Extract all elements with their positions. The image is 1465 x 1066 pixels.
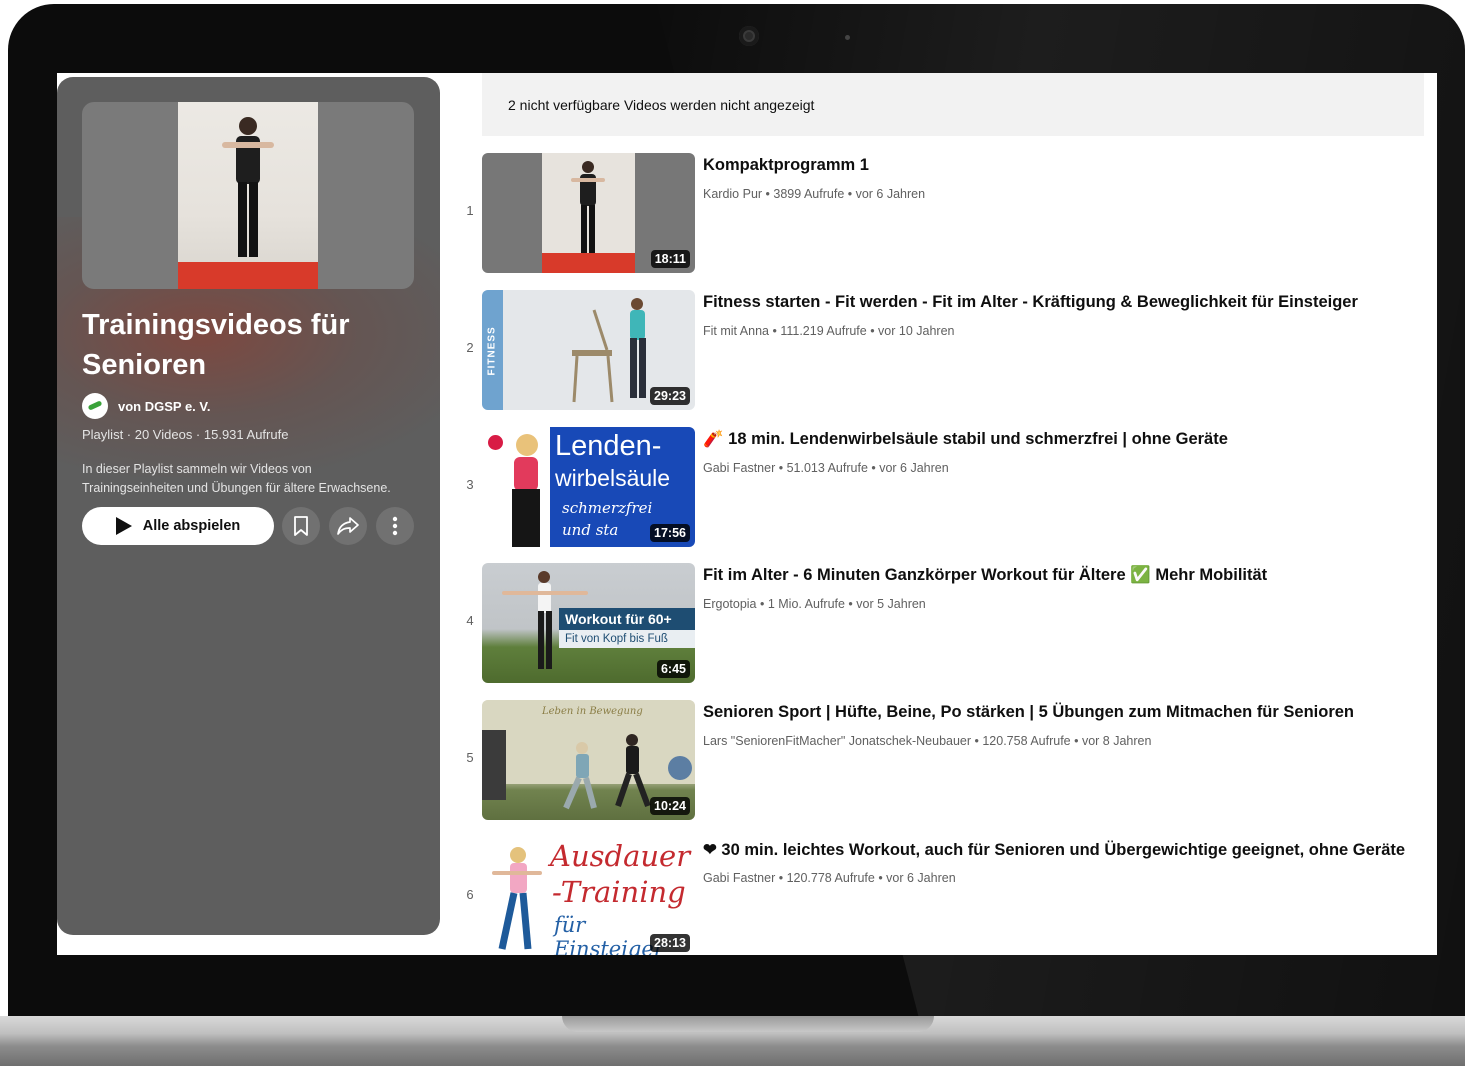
person-figure (178, 117, 318, 289)
play-icon (115, 517, 132, 535)
laptop-notch (562, 1016, 934, 1032)
video-meta: Gabi Fastner • 51.013 Aufrufe • vor 6 Ja… (703, 461, 949, 475)
video-title[interactable]: ❤ 30 min. leichtes Workout, auch für Sen… (703, 840, 1405, 860)
video-duration: 18:11 (650, 250, 690, 268)
video-thumbnail[interactable]: FITNESS 29:23 (482, 290, 695, 410)
video-duration: 29:23 (650, 387, 690, 405)
playlist-title: Trainingsvideos für Senioren (82, 309, 350, 381)
thumbnail-text: und sta (562, 521, 619, 539)
video-duration: 10:24 (650, 797, 690, 815)
person-figure (492, 847, 542, 950)
more-options-button[interactable] (376, 507, 414, 545)
video-duration: 17:56 (650, 524, 690, 542)
playlist-video-row[interactable]: 1 18:11 Kompaktprogramm 1 Kardio Pur • 3… (450, 153, 1410, 273)
video-title[interactable]: Fitness starten - Fit werden - Fit im Al… (703, 293, 1358, 312)
playlist-video-row[interactable]: 5 Leben in Bewegung 10:24 Senioren Sport… (450, 700, 1410, 820)
video-meta: Gabi Fastner • 120.778 Aufrufe • vor 6 J… (703, 871, 956, 885)
screen: Trainingsvideos für Senioren von DGSP e.… (57, 73, 1437, 955)
video-thumbnail[interactable]: Lenden- wirbelsäule schmerzfrei und sta … (482, 427, 695, 547)
playlist-thumbnail[interactable] (82, 102, 414, 289)
video-thumbnail[interactable]: Leben in Bewegung 10:24 (482, 700, 695, 820)
save-playlist-button[interactable] (282, 507, 320, 545)
video-title[interactable]: Kompaktprogramm 1 (703, 156, 869, 175)
video-thumbnail[interactable]: Workout für 60+ Fit von Kopf bis Fuß 6:4… (482, 563, 695, 683)
thumbnail-text: FITNESS (486, 326, 498, 376)
play-all-label: Alle abspielen (142, 518, 241, 534)
thumbnail-text: Ausdauer (550, 839, 691, 873)
thumbnail-text: schmerzfrei und sta (562, 497, 652, 541)
light-sensor (845, 35, 850, 40)
thumbnail-text: wirbelsäule (555, 465, 671, 491)
notice-text: 2 nicht verfügbare Videos werden nicht a… (508, 96, 815, 113)
playlist-owner[interactable]: von DGSP e. V. (82, 393, 211, 419)
video-thumbnail[interactable]: 18:11 (482, 153, 695, 273)
video-duration: 6:45 (656, 660, 690, 678)
owner-name[interactable]: von DGSP e. V. (118, 399, 211, 414)
play-all-button[interactable]: Alle abspielen (82, 507, 274, 545)
playlist-description: In dieser Playlist sammeln wir Videos vo… (82, 462, 391, 495)
share-icon (337, 517, 359, 535)
playlist-video-row[interactable]: 4 Workout für 60+ Fit von Kopf bis Fuß 6… (450, 563, 1410, 683)
playlist-video-row[interactable]: 3 Lenden- wirbelsäule schmerzfrei und st… (450, 427, 1410, 547)
video-meta: Fit mit Anna • 111.219 Aufrufe • vor 10 … (703, 324, 955, 338)
playlist-video-row[interactable]: 6 Ausdauer -Training für Einsteiger 28:1… (450, 837, 1410, 955)
unavailable-videos-notice: 2 nicht verfügbare Videos werden nicht a… (482, 73, 1424, 136)
video-title[interactable]: 🧨 18 min. Lendenwirbelsäule stabil und s… (703, 430, 1228, 449)
title-emoji: 🧨 (703, 430, 724, 448)
person-figure (542, 161, 635, 273)
laptop-frame: Trainingsvideos für Senioren von DGSP e.… (0, 0, 1465, 1066)
person-figure (512, 434, 540, 547)
video-thumbnail[interactable]: Ausdauer -Training für Einsteiger 28:13 (482, 837, 695, 955)
save-playlist-icon (294, 516, 308, 536)
video-title[interactable]: Senioren Sport | Hüfte, Beine, Po stärke… (703, 703, 1354, 722)
thumbnail-text: -Training (552, 875, 686, 909)
video-meta: Lars "SeniorenFitMacher" Jonatschek-Neub… (703, 734, 1152, 748)
owner-avatar[interactable] (82, 393, 108, 419)
thumbnail-text: Workout für 60+ (559, 608, 695, 630)
video-duration: 28:13 (650, 934, 690, 952)
thumbnail-text: schmerzfrei (562, 499, 653, 517)
more-vert-icon (392, 516, 398, 536)
thumbnail-text: Fit von Kopf bis Fuß (559, 630, 695, 648)
share-button[interactable] (329, 507, 367, 545)
video-title-text[interactable]: 18 min. Lendenwirbelsäule stabil und sch… (728, 430, 1228, 448)
video-title[interactable]: Fit im Alter - 6 Minuten Ganzkörper Work… (703, 566, 1267, 585)
playlist-video-row[interactable]: 2 FITNESS 29:23 Fitness starten - Fit we… (450, 290, 1410, 410)
thumbnail-text: Lenden- (555, 430, 662, 462)
video-meta: Kardio Pur • 3899 Aufrufe • vor 6 Jahren (703, 187, 926, 201)
video-meta: Ergotopia • 1 Mio. Aufrufe • vor 5 Jahre… (703, 597, 926, 611)
playlist-header-panel: Trainingsvideos für Senioren von DGSP e.… (57, 77, 440, 935)
webcam (739, 26, 759, 46)
playlist-meta: Playlist · 20 Videos · 15.931 Aufrufe (82, 427, 289, 442)
